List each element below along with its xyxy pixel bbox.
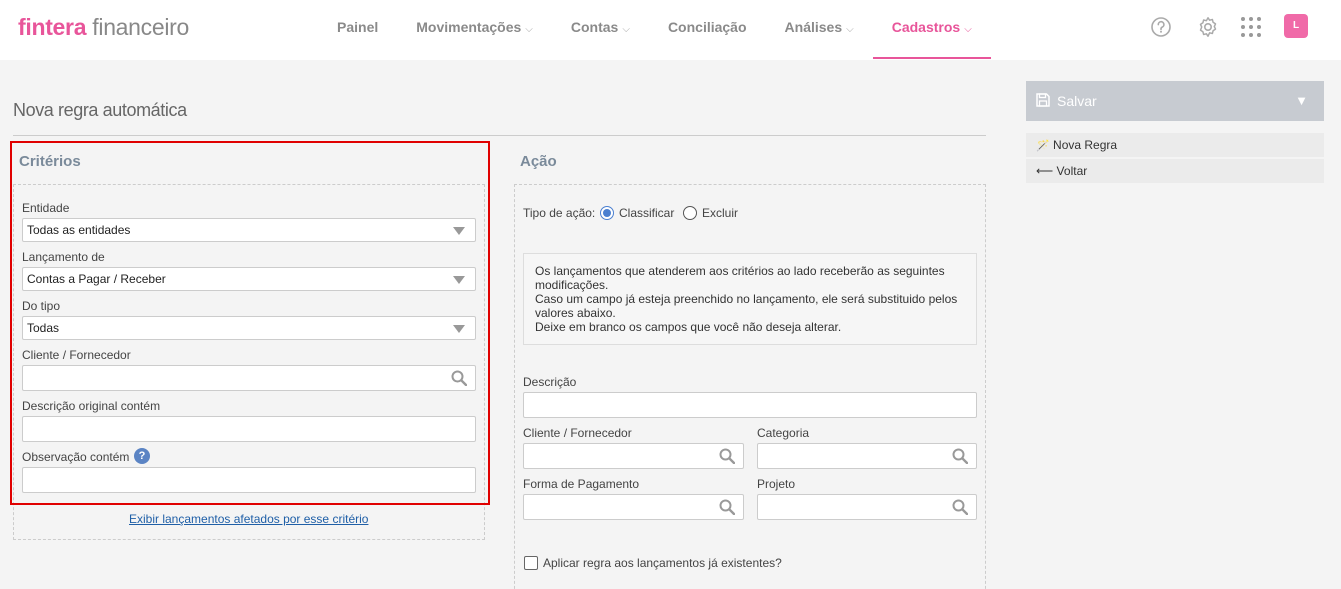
exibir-lancamentos-link[interactable]: Exibir lançamentos afetados por esse cri… [129,512,368,526]
nav-label: Análises [784,19,843,35]
nav-item-conciliacao[interactable]: Conciliação [649,0,766,60]
acao-title: Ação [520,153,557,170]
radio-excluir[interactable] [683,206,697,220]
gear-icon[interactable] [1197,16,1219,38]
back-arrow-icon: ⟵ [1036,164,1054,178]
avatar[interactable]: L [1284,14,1308,38]
forma-pagamento-search-input[interactable] [523,494,744,520]
nav-item-cadastros[interactable]: Cadastros ⌵ [872,0,991,60]
nova-regra-label: Nova Regra [1053,138,1118,152]
brand-bold: fintera [18,14,87,40]
nav-label: Cadastros [891,19,961,35]
top-navbar: fintera financeiro Painel Movimentações ⌵… [0,0,1341,60]
info-box: Os lançamentos que atenderem aos critéri… [523,253,977,345]
acao-cliente-search-input[interactable] [523,443,744,469]
save-label: Salvar [1057,93,1097,109]
save-button[interactable]: Salvar ▼ [1026,81,1324,121]
projeto-search-input[interactable] [757,494,977,520]
aplicar-label[interactable]: Aplicar regra aos lançamentos já existen… [543,556,782,570]
projeto-label: Projeto [757,477,796,491]
forma-pagamento-label: Forma de Pagamento [523,477,640,491]
nav-label: Conciliação [667,19,747,35]
excluir-label[interactable]: Excluir [702,206,738,220]
nav-label: Painel [337,19,379,35]
nav-item-contas[interactable]: Contas ⌵ [552,0,649,60]
search-icon[interactable] [719,499,735,515]
search-icon[interactable] [952,499,968,515]
chevron-down-icon: ⌵ [964,24,972,35]
nav-item-analises[interactable]: Análises ⌵ [766,0,873,60]
nav-label: Movimentações [416,19,522,35]
categoria-search-input[interactable] [757,443,977,469]
chevron-down-icon: ⌵ [622,24,630,35]
main-nav: Painel Movimentações ⌵ Contas ⌵ Conciliaçã… [318,0,991,60]
classificar-label[interactable]: Classificar [619,206,674,220]
search-icon[interactable] [719,448,735,464]
search-icon[interactable] [952,448,968,464]
caret-down-icon[interactable]: ▼ [1295,81,1308,121]
aplicar-checkbox[interactable] [524,556,538,570]
descricao-input[interactable] [523,392,977,418]
acao-box [514,184,986,589]
divider [13,135,986,136]
highlight-frame [10,141,490,505]
chevron-down-icon: ⌵ [525,24,533,35]
descricao-label: Descrição [523,375,577,389]
info-line: Os lançamentos que atenderem aos critéri… [535,264,945,292]
tipo-acao-label: Tipo de ação: [523,206,596,220]
help-icon[interactable] [1150,16,1172,38]
floppy-disk-icon [1036,93,1050,107]
info-line: Caso um campo já esteja preenchido no la… [535,292,958,320]
voltar-label: Voltar [1056,164,1088,178]
magic-wand-icon: 🪄 [1036,140,1050,152]
brand-logo[interactable]: fintera financeiro [18,14,189,41]
chevron-down-icon: ⌵ [846,24,854,35]
brand-light: financeiro [86,14,190,40]
voltar-button[interactable]: ⟵ Voltar [1026,159,1324,183]
nav-label: Contas [570,19,619,35]
nav-item-movimentacoes[interactable]: Movimentações ⌵ [397,0,552,60]
info-line: Deixe em branco os campos que você não d… [535,320,842,334]
acao-cliente-label: Cliente / Fornecedor [523,426,632,440]
categoria-label: Categoria [757,426,810,440]
apps-grid-icon[interactable] [1240,16,1262,38]
radio-classificar[interactable] [600,206,614,220]
nova-regra-button[interactable]: 🪄 Nova Regra [1026,133,1324,157]
page-title: Nova regra automática [13,100,187,120]
nav-item-painel[interactable]: Painel [318,0,397,60]
